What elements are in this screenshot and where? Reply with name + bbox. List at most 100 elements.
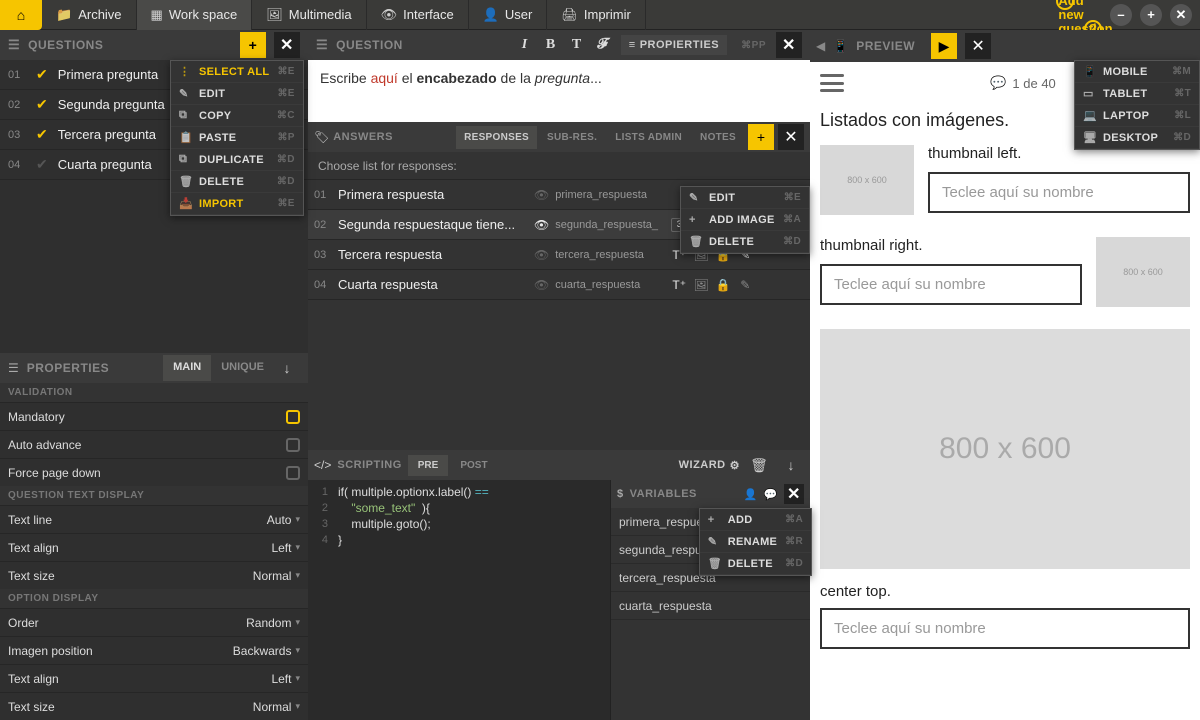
menu-workspace[interactable]: ▦Work space <box>137 0 253 30</box>
tab-post[interactable]: POST <box>450 455 497 476</box>
app-logo: ⌂ <box>0 0 42 30</box>
tab-listsadmin[interactable]: LISTS ADMIN <box>607 126 690 149</box>
od-header: OPTION DISPLAY <box>0 589 308 608</box>
prop-imgpos[interactable]: Imagen positionBackwards▾ <box>0 636 308 664</box>
ctx-paste[interactable]: 📋PASTE⌘P <box>171 127 303 149</box>
prop-mandatory[interactable]: Mandatory <box>0 402 308 430</box>
tag-icon: 🏷 <box>314 130 329 144</box>
eye-icon[interactable]: 👁 <box>534 218 549 232</box>
add-question-button[interactable]: + <box>240 32 266 58</box>
name-input-2[interactable]: Teclee aquí su nombre <box>820 264 1082 305</box>
prop-order[interactable]: OrderRandom▾ <box>0 608 308 636</box>
ctx-copy[interactable]: ⧉COPY⌘C <box>171 105 303 127</box>
code-editor[interactable]: if( multiple.optionx.label() == "some_te… <box>332 480 610 720</box>
prop-textsize2[interactable]: Text sizeNormal▾ <box>0 692 308 720</box>
menu-print[interactable]: 🖨Imprimir <box>547 0 645 30</box>
menu-multimedia[interactable]: 🖼Multimedia <box>252 0 366 30</box>
image-icon[interactable]: 🖼 <box>693 278 709 292</box>
prop-textsize[interactable]: Text sizeNormal▾ <box>0 561 308 589</box>
minimize-button[interactable]: – <box>1110 4 1132 26</box>
mobile-icon: 📱 <box>833 39 848 53</box>
thumb-right-label: thumbnail right. <box>820 237 1082 254</box>
type-icon[interactable]: T⁺ <box>671 278 687 292</box>
name-input-3[interactable]: Teclee aquí su nombre <box>820 608 1190 649</box>
checkbox-off-icon[interactable] <box>286 466 300 480</box>
prop-textline[interactable]: Text lineAuto▾ <box>0 505 308 533</box>
ctx-duplicate[interactable]: ⧉DUPLICATE⌘D <box>171 149 303 171</box>
device-tablet[interactable]: ▭TABLET⌘T <box>1075 83 1199 105</box>
tab-unique[interactable]: UNIQUE <box>211 355 274 381</box>
check-icon: ✔ <box>36 126 48 143</box>
folder-icon: 📁 <box>56 7 72 23</box>
user-icon[interactable]: 👤 <box>744 488 758 501</box>
menu-user[interactable]: 👤User <box>469 0 548 30</box>
dollar-icon: $ <box>617 488 624 500</box>
ctx-add-var[interactable]: +ADD⌘A <box>700 509 811 531</box>
tab-pre[interactable]: PRE <box>408 455 449 476</box>
name-input-1[interactable]: Teclee aquí su nombre <box>928 172 1190 213</box>
font-button[interactable]: 𝓕 <box>593 37 613 53</box>
code-gutter: 1234 <box>308 480 332 720</box>
eye-icon[interactable]: 👁 <box>534 278 549 292</box>
eye-icon[interactable]: 👁 <box>534 188 549 202</box>
add-answer-button[interactable]: + <box>748 124 774 150</box>
scripting-delete-button[interactable]: 🗑 <box>746 452 772 478</box>
ctx-select-all[interactable]: ⋮SELECT ALL⌘E <box>171 61 303 83</box>
close-preview-button[interactable]: ✕ <box>965 33 991 59</box>
ctx-edit-answer[interactable]: ✎EDIT⌘E <box>681 187 809 209</box>
ctx-add-image[interactable]: +ADD IMAGE⌘A <box>681 209 809 231</box>
tab-main[interactable]: MAIN <box>163 355 211 381</box>
bold-button[interactable]: B <box>541 37 561 53</box>
device-mobile[interactable]: 📱MOBILE⌘M <box>1075 61 1199 83</box>
text-format-button[interactable]: T <box>567 37 587 53</box>
ctx-rename-var[interactable]: ✎RENAME⌘R <box>700 531 811 553</box>
edit-icon[interactable]: ✎ <box>737 278 753 292</box>
check-icon: ✔ <box>36 96 48 113</box>
italic-button[interactable]: I <box>515 37 535 53</box>
menu-archive[interactable]: 📁Archive <box>42 0 137 30</box>
variables-title: VARIABLES <box>630 488 697 500</box>
close-variables-button[interactable]: ✕ <box>784 484 804 504</box>
list-icon: ≡ <box>629 39 636 51</box>
prop-textalign[interactable]: Text alignLeft▾ <box>0 533 308 561</box>
answers-context-menu: ✎EDIT⌘E +ADD IMAGE⌘A 🗑DELETE⌘D <box>680 186 810 254</box>
preview-counter: 💬1 de 40 <box>990 75 1056 91</box>
checkbox-off-icon[interactable] <box>286 438 300 452</box>
question-text-editor[interactable]: Escribe aquí el encabezado de la pregunt… <box>308 60 810 122</box>
ctx-edit[interactable]: ✎EDIT⌘E <box>171 83 303 105</box>
ctx-delete[interactable]: 🗑DELETE⌘D <box>171 171 303 193</box>
properties-collapse-button[interactable]: ↓ <box>274 355 300 381</box>
device-laptop[interactable]: 💻LAPTOP⌘L <box>1075 105 1199 127</box>
checkbox-on-icon[interactable] <box>286 410 300 424</box>
close-questions-button[interactable]: ✕ <box>274 32 300 58</box>
wizard-button[interactable]: WIZARD ⚙ <box>679 459 740 472</box>
collapse-icon[interactable]: ◀ <box>816 39 825 53</box>
close-answers-button[interactable]: ✕ <box>778 124 804 150</box>
gear-icon: ⚙ <box>730 459 740 472</box>
ctx-import[interactable]: 📥IMPORT⌘E <box>171 193 303 215</box>
prop-forcepage[interactable]: Force page down <box>0 458 308 486</box>
maximize-button[interactable]: + <box>1140 4 1162 26</box>
lock-icon[interactable]: 🔒 <box>715 278 731 292</box>
question-properties-button[interactable]: ≡PROPIERTIES <box>621 35 727 55</box>
prop-textalign2[interactable]: Text alignLeft▾ <box>0 664 308 692</box>
tab-notes[interactable]: NOTES <box>692 126 744 149</box>
menu-interface[interactable]: 👁Interface <box>367 0 469 30</box>
burger-icon[interactable] <box>820 74 844 92</box>
variable-row[interactable]: cuarta_respuesta <box>611 592 810 620</box>
tab-subres[interactable]: SUB-RES. <box>539 126 605 149</box>
thumbnail-right: 800 x 600 <box>1096 237 1190 307</box>
scripting-collapse-button[interactable]: ↓ <box>778 452 804 478</box>
comment-icon[interactable]: 💬 <box>764 488 778 501</box>
ctx-delete-var[interactable]: 🗑DELETE⌘D <box>700 553 811 575</box>
ctx-delete-answer[interactable]: 🗑DELETE⌘D <box>681 231 809 253</box>
device-desktop[interactable]: 🖥DESKTOP⌘D <box>1075 127 1199 149</box>
properties-title: PROPERTIES <box>27 361 155 375</box>
close-window-button[interactable]: ✕ <box>1170 4 1192 26</box>
answer-row[interactable]: 04Cuarta respuesta👁cuarta_respuestaT⁺🖼🔒✎ <box>308 270 810 300</box>
eye-icon[interactable]: 👁 <box>534 248 549 262</box>
tab-responses[interactable]: RESPONSES <box>456 126 537 149</box>
close-question-button[interactable]: ✕ <box>776 32 802 58</box>
play-preview-button[interactable]: ▶ <box>931 33 957 59</box>
prop-autoadvance[interactable]: Auto advance <box>0 430 308 458</box>
